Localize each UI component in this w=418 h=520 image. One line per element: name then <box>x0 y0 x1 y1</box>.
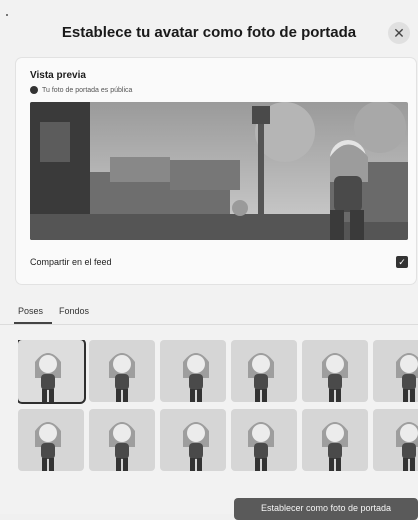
pose-tile[interactable] <box>89 409 155 471</box>
pose-tile[interactable] <box>160 409 226 471</box>
cover-photo-preview <box>30 102 408 240</box>
share-to-feed-label: Compartir en el feed <box>30 257 112 267</box>
preview-card: Vista previa Tu foto de portada es públi… <box>16 58 416 284</box>
close-button[interactable]: ✕ <box>388 22 410 44</box>
share-to-feed-row[interactable]: Compartir en el feed ✓ <box>30 256 408 270</box>
set-cover-photo-button[interactable]: Establecer como foto de portada <box>234 498 418 520</box>
cover-scene-image <box>30 102 408 240</box>
avatar-pose-image <box>396 422 418 471</box>
avatar-pose-image <box>35 422 61 471</box>
avatar-pose-image <box>35 353 61 402</box>
pose-tile[interactable] <box>373 340 418 402</box>
share-to-feed-checkbox[interactable]: ✓ <box>396 256 408 268</box>
avatar-pose-image <box>396 353 418 402</box>
tab-bar: Poses Fondos <box>0 300 418 325</box>
avatar-pose-image <box>109 353 135 402</box>
active-tab-indicator <box>14 322 52 324</box>
tab-poses[interactable]: Poses <box>18 306 43 316</box>
avatar-pose-image <box>322 353 348 402</box>
avatar-pose-image <box>183 422 209 471</box>
avatar-pose-image <box>183 353 209 402</box>
avatar-pose-image <box>109 422 135 471</box>
pose-tile[interactable] <box>302 340 368 402</box>
pose-tile[interactable] <box>373 409 418 471</box>
pose-tile[interactable] <box>231 340 297 402</box>
pose-tile[interactable] <box>89 340 155 402</box>
preview-heading: Vista previa <box>30 70 86 81</box>
pose-grid <box>18 340 418 490</box>
avatar-pose-image <box>322 422 348 471</box>
avatar-pose-image <box>248 422 274 471</box>
close-icon: ✕ <box>393 24 405 41</box>
globe-icon <box>30 86 38 94</box>
dialog-title: Establece tu avatar como foto de portada <box>61 24 357 41</box>
pose-tile[interactable] <box>160 340 226 402</box>
decorative-dot <box>6 14 8 16</box>
avatar-cover-dialog: Establece tu avatar como foto de portada… <box>0 0 418 520</box>
visibility-text: Tu foto de portada es pública <box>42 86 133 94</box>
avatar-pose-image <box>248 353 274 402</box>
tab-fondos[interactable]: Fondos <box>59 306 89 316</box>
pose-tile[interactable] <box>302 409 368 471</box>
pose-tile[interactable] <box>231 409 297 471</box>
pose-tile[interactable] <box>18 340 84 402</box>
visibility-note: Tu foto de portada es pública <box>30 86 132 94</box>
pose-tile[interactable] <box>18 409 84 471</box>
